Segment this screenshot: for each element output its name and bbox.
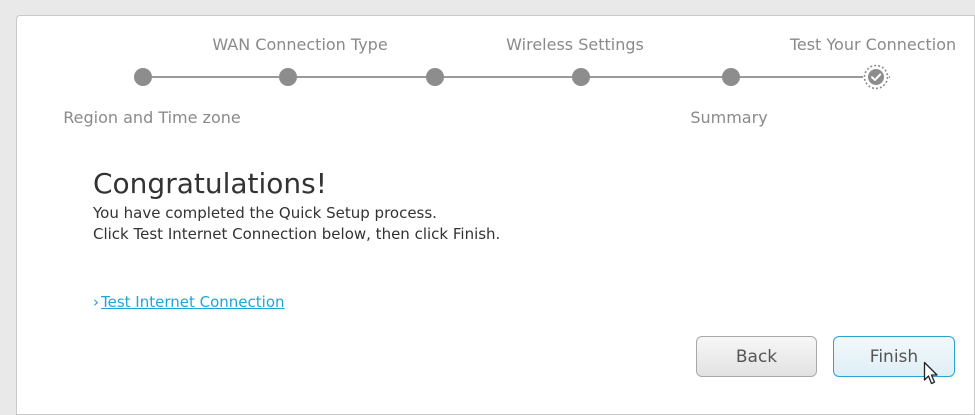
back-button[interactable]: Back bbox=[696, 336, 817, 377]
mouse-pointer-icon bbox=[923, 361, 943, 391]
step-label-wireless-settings: Wireless Settings bbox=[506, 35, 644, 54]
step-label-wan-connection-type: WAN Connection Type bbox=[212, 35, 388, 54]
test-internet-connection-label: Test Internet Connection bbox=[101, 293, 285, 311]
step-label-region-and-time-zone: Region and Time zone bbox=[63, 108, 241, 127]
step-dot-summary-pre bbox=[426, 68, 444, 86]
step-dot-wan-connection-type bbox=[279, 68, 297, 86]
chevron-right-icon: › bbox=[93, 293, 99, 311]
step-dot-summary bbox=[722, 68, 740, 86]
instruction-message: Click Test Internet Connection below, th… bbox=[93, 225, 501, 243]
page-title: Congratulations! bbox=[93, 167, 327, 200]
completion-message: You have completed the Quick Setup proce… bbox=[93, 204, 437, 222]
step-label-test-your-connection: Test Your Connection bbox=[789, 35, 957, 54]
step-dot-wireless-settings bbox=[572, 68, 590, 86]
step-label-summary: Summary bbox=[690, 108, 768, 127]
step-dot-region-and-time-zone bbox=[134, 68, 152, 86]
check-circle-icon bbox=[863, 64, 889, 90]
progress-track bbox=[143, 76, 890, 78]
test-internet-connection-link[interactable]: › Test Internet Connection bbox=[93, 293, 285, 311]
quick-setup-panel: WAN Connection Type Wireless Settings Te… bbox=[16, 15, 975, 415]
